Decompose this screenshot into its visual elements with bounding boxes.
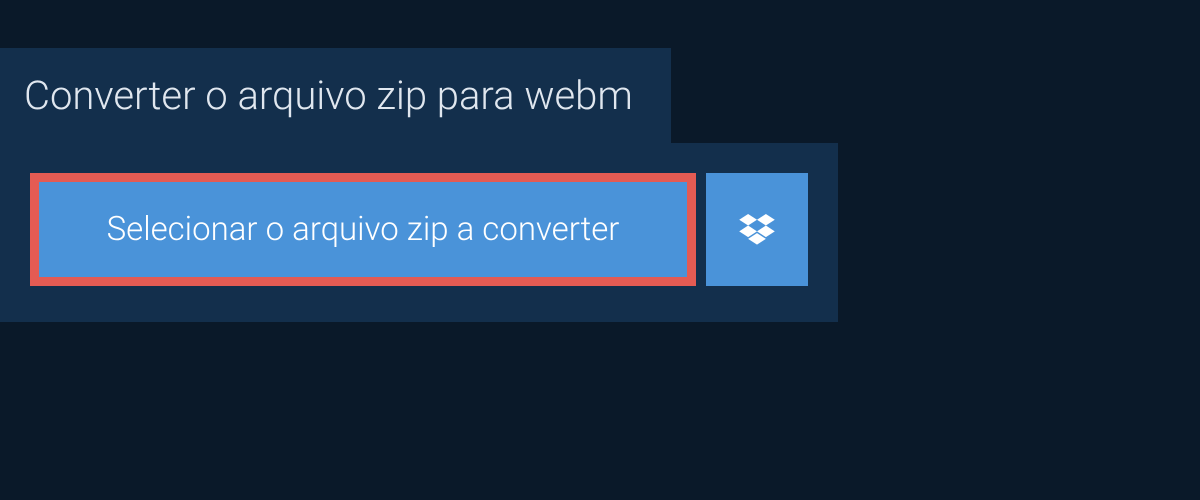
upload-panel: Selecionar o arquivo zip a converter bbox=[0, 143, 838, 322]
dropbox-icon bbox=[739, 214, 775, 246]
dropbox-button[interactable] bbox=[706, 173, 808, 286]
page-title: Converter o arquivo zip para webm bbox=[24, 72, 633, 119]
page-header: Converter o arquivo zip para webm bbox=[0, 48, 671, 143]
select-file-button[interactable]: Selecionar o arquivo zip a converter bbox=[30, 173, 696, 286]
select-file-label: Selecionar o arquivo zip a converter bbox=[107, 210, 620, 249]
